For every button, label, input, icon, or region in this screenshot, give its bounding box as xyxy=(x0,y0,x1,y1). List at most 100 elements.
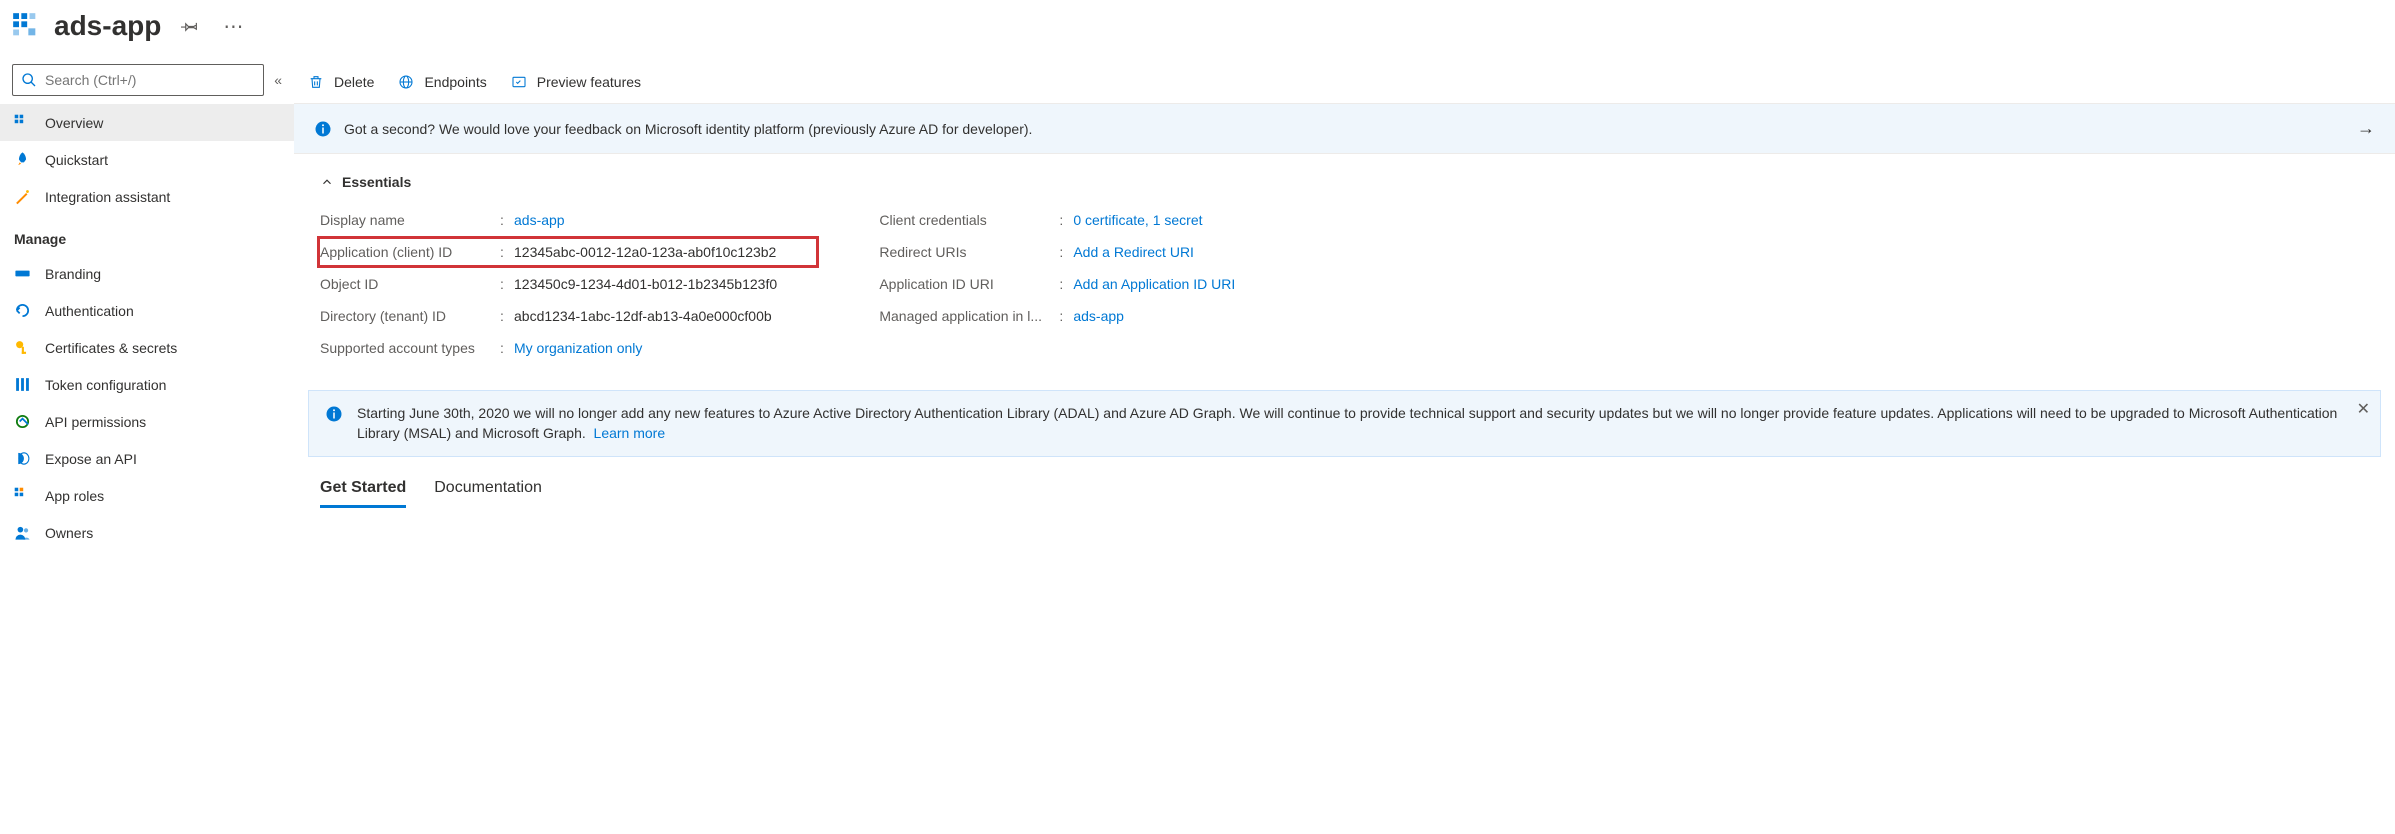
sidebar-item-label: Authentication xyxy=(45,303,134,319)
main-content: Delete Endpoints Preview features Got a … xyxy=(294,60,2395,551)
deprecation-banner: Starting June 30th, 2020 we will no long… xyxy=(308,390,2381,457)
wand-icon xyxy=(14,188,31,205)
pin-button[interactable] xyxy=(175,11,205,41)
sidebar-item-authentication[interactable]: Authentication xyxy=(0,292,294,329)
sidebar-section-manage: Manage xyxy=(0,215,294,255)
essentials-value-redirect-uris[interactable]: Add a Redirect URI xyxy=(1073,244,1194,260)
search-box[interactable] xyxy=(12,64,264,96)
essentials-value-client-credentials[interactable]: 0 certificate, 1 secret xyxy=(1073,212,1202,228)
chevron-up-icon xyxy=(320,175,334,189)
essentials-row-object-id: Object ID : 123450c9-1234-4d01-b012-1b23… xyxy=(320,268,819,300)
essentials-label: Client credentials xyxy=(879,212,1059,228)
essentials-row-managed-application: Managed application in l... : ads-app xyxy=(879,300,1235,332)
delete-button[interactable]: Delete xyxy=(308,74,374,90)
essentials-label: Redirect URIs xyxy=(879,244,1059,260)
info-icon xyxy=(325,405,343,423)
sidebar-item-api-permissions[interactable]: API permissions xyxy=(0,403,294,440)
owners-icon xyxy=(14,524,31,541)
sidebar-item-label: Expose an API xyxy=(45,451,137,467)
essentials-row-display-name: Display name : ads-app xyxy=(320,204,819,236)
essentials-value-managed-application[interactable]: ads-app xyxy=(1073,308,1124,324)
feedback-arrow-button[interactable]: → xyxy=(2357,118,2375,139)
essentials-row-redirect-uris: Redirect URIs : Add a Redirect URI xyxy=(879,236,1235,268)
sidebar-item-owners[interactable]: Owners xyxy=(0,514,294,551)
search-input[interactable] xyxy=(45,72,255,88)
essentials-right-column: Client credentials : 0 certificate, 1 se… xyxy=(879,204,1235,364)
essentials-value-display-name[interactable]: ads-app xyxy=(514,212,565,228)
collapse-sidebar-button[interactable]: « xyxy=(274,72,282,88)
feedback-banner-text: Got a second? We would love your feedbac… xyxy=(344,121,2345,137)
essentials-label: Supported account types xyxy=(320,340,500,356)
essentials-value-app-id-uri[interactable]: Add an Application ID URI xyxy=(1073,276,1235,292)
sidebar-item-label: App roles xyxy=(45,488,104,504)
essentials-row-client-credentials: Client credentials : 0 certificate, 1 se… xyxy=(879,204,1235,236)
sidebar-item-quickstart[interactable]: Quickstart xyxy=(0,141,294,178)
sidebar-item-label: Token configuration xyxy=(45,377,166,393)
pin-icon xyxy=(181,17,199,35)
globe-icon xyxy=(398,74,414,90)
overview-icon xyxy=(14,114,31,131)
sidebar-item-expose-api[interactable]: Expose an API xyxy=(0,440,294,477)
sidebar-item-branding[interactable]: Branding xyxy=(0,255,294,292)
token-icon xyxy=(14,376,31,393)
toolbar-label: Delete xyxy=(334,74,374,90)
preview-icon xyxy=(511,74,527,90)
sidebar-item-certificates-secrets[interactable]: Certificates & secrets xyxy=(0,329,294,366)
more-button[interactable]: ⋯ xyxy=(219,11,249,41)
search-icon xyxy=(21,72,37,88)
essentials-value-tenant-id: abcd1234-1abc-12df-ab13-4a0e000cf00b xyxy=(514,308,772,324)
essentials-left-column: Display name : ads-app Application (clie… xyxy=(320,204,819,364)
sidebar-item-label: Overview xyxy=(45,115,103,131)
trash-icon xyxy=(308,74,324,90)
expose-icon xyxy=(14,450,31,467)
essentials-title: Essentials xyxy=(342,174,411,190)
tag-icon xyxy=(14,265,31,282)
close-banner-button[interactable]: ✕ xyxy=(2357,399,2370,419)
preview-features-button[interactable]: Preview features xyxy=(511,74,641,90)
essentials-toggle[interactable]: Essentials xyxy=(320,174,2369,190)
app-registration-icon xyxy=(12,12,40,40)
tabs: Get Started Documentation xyxy=(294,457,2395,508)
toolbar-label: Endpoints xyxy=(424,74,486,90)
essentials-value-account-types[interactable]: My organization only xyxy=(514,340,642,356)
sidebar-item-label: API permissions xyxy=(45,414,146,430)
essentials-value-object-id: 123450c9-1234-4d01-b012-1b2345b123f0 xyxy=(514,276,777,292)
page-title: ads-app xyxy=(54,10,161,42)
roles-icon xyxy=(14,487,31,504)
feedback-banner: Got a second? We would love your feedbac… xyxy=(294,104,2395,154)
essentials-row-application-id: Application (client) ID : 12345abc-0012-… xyxy=(317,236,819,268)
tab-documentation[interactable]: Documentation xyxy=(434,479,542,508)
sidebar-item-label: Quickstart xyxy=(45,152,108,168)
toolbar-label: Preview features xyxy=(537,74,641,90)
essentials-label: Application ID URI xyxy=(879,276,1059,292)
sidebar-item-token-configuration[interactable]: Token configuration xyxy=(0,366,294,403)
essentials-label: Directory (tenant) ID xyxy=(320,308,500,324)
essentials-value-application-id: 12345abc-0012-12a0-123a-ab0f10c123b2 xyxy=(514,244,776,260)
sidebar-item-integration-assistant[interactable]: Integration assistant xyxy=(0,178,294,215)
essentials-row-app-id-uri: Application ID URI : Add an Application … xyxy=(879,268,1235,300)
sidebar-item-label: Certificates & secrets xyxy=(45,340,177,356)
essentials-label: Object ID xyxy=(320,276,500,292)
essentials-row-tenant-id: Directory (tenant) ID : abcd1234-1abc-12… xyxy=(320,300,819,332)
essentials-label: Application (client) ID xyxy=(320,244,500,260)
api-perm-icon xyxy=(14,413,31,430)
sidebar-item-overview[interactable]: Overview xyxy=(0,104,294,141)
sidebar: « Overview Quickstart Integration assist… xyxy=(0,60,294,551)
essentials-label: Display name xyxy=(320,212,500,228)
sidebar-item-app-roles[interactable]: App roles xyxy=(0,477,294,514)
learn-more-link[interactable]: Learn more xyxy=(594,425,666,441)
sidebar-item-label: Integration assistant xyxy=(45,189,170,205)
toolbar: Delete Endpoints Preview features xyxy=(294,60,2395,104)
key-icon xyxy=(14,339,31,356)
auth-icon xyxy=(14,302,31,319)
essentials-row-account-types: Supported account types : My organizatio… xyxy=(320,332,819,364)
info-icon xyxy=(314,120,332,138)
endpoints-button[interactable]: Endpoints xyxy=(398,74,486,90)
sidebar-item-label: Branding xyxy=(45,266,101,282)
rocket-icon xyxy=(14,151,31,168)
sidebar-item-label: Owners xyxy=(45,525,93,541)
tab-get-started[interactable]: Get Started xyxy=(320,479,406,508)
deprecation-banner-text: Starting June 30th, 2020 we will no long… xyxy=(357,403,2364,444)
essentials-label: Managed application in l... xyxy=(879,308,1059,324)
page-header: ads-app ⋯ xyxy=(0,0,2395,60)
